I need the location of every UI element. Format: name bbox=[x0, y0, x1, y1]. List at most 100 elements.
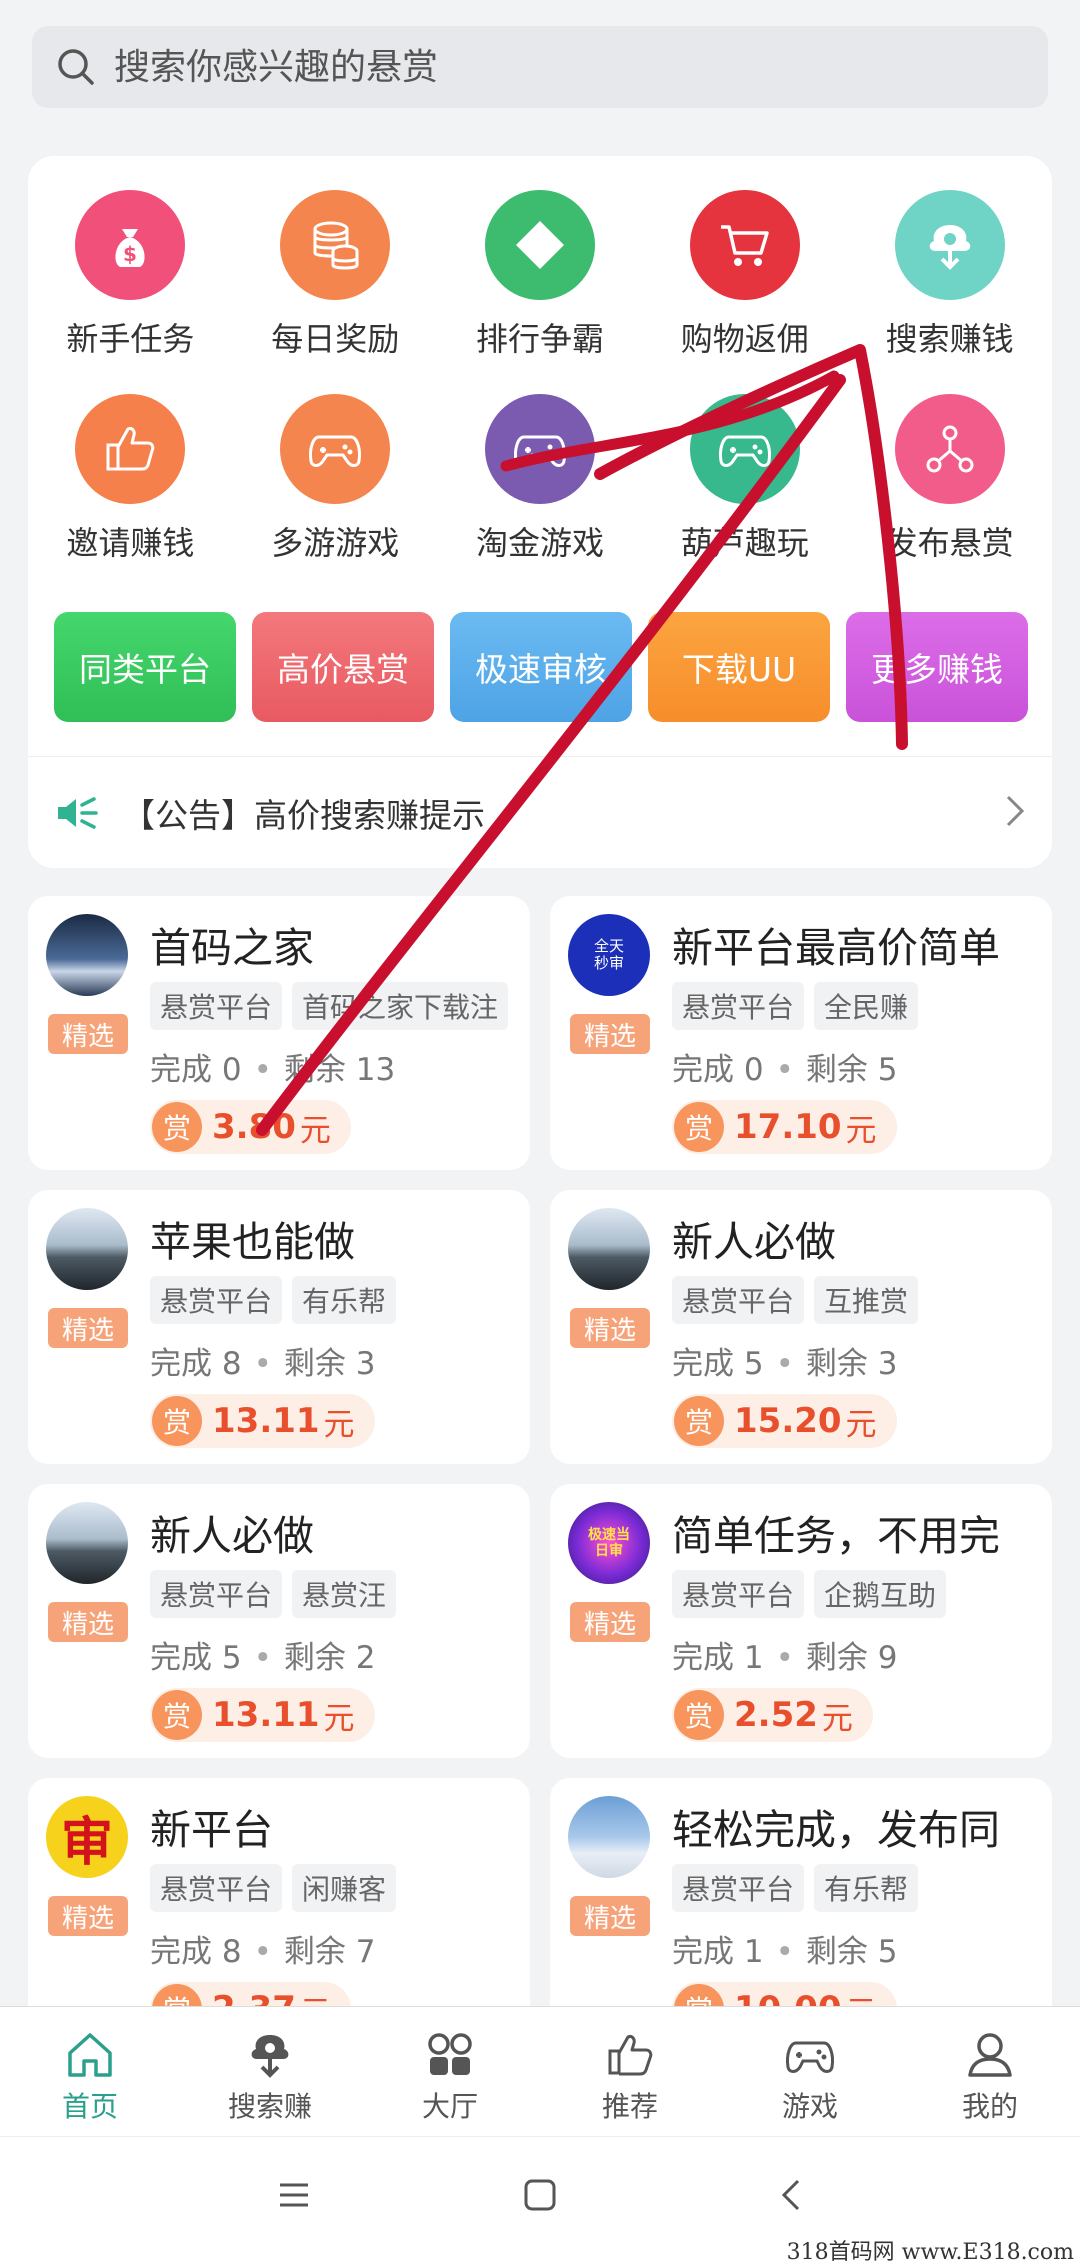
menu-label: 多游游戏 bbox=[271, 524, 400, 562]
menu-icon[interactable] bbox=[276, 2177, 312, 2213]
menu-label: 发布悬赏 bbox=[885, 524, 1014, 562]
shopping-cart-icon bbox=[689, 190, 800, 300]
tab-label: 首页 bbox=[61, 2090, 118, 2123]
tab-recommend[interactable]: 推荐 bbox=[540, 2007, 720, 2136]
reward-amount: 13.11 bbox=[212, 1695, 320, 1735]
tab-search-earn[interactable]: 搜索赚 bbox=[180, 2007, 360, 2136]
menu-label: 搜索赚钱 bbox=[885, 320, 1014, 358]
task-tags: 悬赏平台 首码之家下载注 bbox=[150, 982, 514, 1030]
pill-similar-platforms[interactable]: 同类平台 bbox=[54, 612, 236, 722]
left-label: 剩余 bbox=[283, 1934, 346, 1970]
task-title: 新人必做 bbox=[150, 1512, 314, 1560]
task-stats: 完成 5 • 剩余 2 bbox=[150, 1640, 376, 1676]
gamepad-icon bbox=[484, 394, 595, 504]
reward-icon: 赏 bbox=[152, 1984, 202, 2006]
task-stats: 完成 5 • 剩余 3 bbox=[672, 1346, 898, 1382]
menu-label: 淘金游戏 bbox=[475, 524, 604, 562]
menu-item-publish-bounty[interactable]: 发布悬赏 bbox=[847, 394, 1052, 598]
menu-item-search-earn[interactable]: 搜索赚钱 bbox=[847, 190, 1052, 394]
gamepad-icon bbox=[280, 394, 391, 504]
pill-more-earning[interactable]: 更多赚钱 bbox=[846, 612, 1028, 722]
search-bar[interactable] bbox=[32, 26, 1048, 108]
tab-home[interactable]: 首页 bbox=[0, 2007, 180, 2136]
reward-pill: 赏 2.52 元 bbox=[672, 1688, 873, 1742]
bottom-tab-bar: 首页 搜索赚 大厅 推荐 游戏 我的 bbox=[0, 2006, 1080, 2136]
avatar-text: 审 bbox=[60, 1811, 113, 1873]
task-tag: 悬赏平台 bbox=[150, 1570, 283, 1618]
reward-amount: 15.20 bbox=[734, 1401, 842, 1441]
left-count: 5 bbox=[877, 1934, 898, 1970]
menu-item-ranking[interactable]: 排行争霸 bbox=[438, 190, 643, 394]
search-input[interactable] bbox=[112, 45, 992, 89]
task-title: 首码之家 bbox=[150, 924, 314, 972]
tab-hall[interactable]: 大厅 bbox=[360, 2007, 540, 2136]
tab-profile[interactable]: 我的 bbox=[900, 2007, 1080, 2136]
home-square-icon[interactable] bbox=[522, 2177, 558, 2213]
left-label: 剩余 bbox=[805, 1052, 868, 1088]
search-icon bbox=[58, 49, 94, 85]
menu-label: 每日奖励 bbox=[271, 320, 400, 358]
task-card[interactable]: 极速当日审 精选 简单任务，不用完 悬赏平台 企鹅互助 完成 1 • 剩余 9 赏2… bbox=[550, 1484, 1052, 1758]
done-label: 完成 bbox=[672, 1346, 734, 1382]
search-money-icon bbox=[894, 190, 1005, 300]
task-tag: 首码之家下载注 bbox=[292, 982, 509, 1030]
thumbs-up-icon bbox=[608, 2035, 653, 2076]
featured-badge: 精选 bbox=[570, 1014, 650, 1054]
menu-label: 排行争霸 bbox=[475, 320, 604, 358]
avatar-text: 全天秒审 bbox=[593, 937, 624, 972]
task-title: 苹果也能做 bbox=[150, 1218, 355, 1266]
task-stats: 完成 8 • 剩余 3 bbox=[150, 1346, 376, 1382]
coins-stack-icon bbox=[280, 190, 391, 300]
menu-item-shopping-rebate[interactable]: 购物返佣 bbox=[642, 190, 847, 394]
menu-item-invite-earn[interactable]: 邀请赚钱 bbox=[28, 394, 233, 598]
task-avatar bbox=[46, 914, 128, 996]
menu-item-daily-reward[interactable]: 每日奖励 bbox=[233, 190, 438, 394]
featured-badge: 精选 bbox=[570, 1896, 650, 1936]
menu-label: 新手任务 bbox=[66, 320, 195, 358]
menu-item-taojin-games[interactable]: 淘金游戏 bbox=[438, 394, 643, 598]
gamepad-icon bbox=[689, 394, 800, 504]
left-label: 剩余 bbox=[283, 1640, 346, 1676]
back-icon[interactable] bbox=[774, 2177, 810, 2213]
task-card[interactable]: 精选 轻松完成，发布同 悬赏平台 有乐帮 完成 1•剩余 5 赏 10.00元 bbox=[550, 1778, 1052, 2006]
task-avatar: 极速当日审 bbox=[568, 1502, 650, 1584]
task-tags: 悬赏平台 闲赚客 bbox=[150, 1864, 514, 1912]
menu-item-hulu-fun[interactable]: 葫芦趣玩 bbox=[642, 394, 847, 598]
pill-download-uu[interactable]: 下载UU bbox=[648, 612, 830, 722]
done-count: 8 bbox=[221, 1934, 242, 1970]
task-avatar bbox=[568, 1796, 650, 1878]
reward-unit: 元 bbox=[299, 1112, 331, 1149]
reward-icon: 赏 bbox=[674, 1102, 724, 1152]
task-tag: 悬赏平台 bbox=[672, 1864, 805, 1912]
done-count: 0 bbox=[221, 1052, 242, 1088]
task-tag: 悬赏平台 bbox=[672, 1276, 805, 1324]
task-avatar bbox=[568, 1208, 650, 1290]
task-card[interactable]: 审 精选 新平台 悬赏平台 闲赚客 完成 8•剩余 7 赏 2.37元 bbox=[28, 1778, 530, 2006]
announcement-bar[interactable]: 【公告】高价搜索赚提示 bbox=[28, 756, 1052, 868]
task-tag: 有乐帮 bbox=[814, 1864, 919, 1912]
reward-pill: 赏 2.37元 bbox=[150, 1982, 351, 2006]
task-card[interactable]: 精选 首码之家 悬赏平台 首码之家下载注 完成 0 • 剩余 13 赏 3.80 元 bbox=[28, 896, 530, 1170]
task-tag: 互推赏 bbox=[814, 1276, 919, 1324]
menu-label: 葫芦趣玩 bbox=[680, 524, 809, 562]
pill-high-price[interactable]: 高价悬赏 bbox=[252, 612, 434, 722]
reward-pill: 赏 17.10 元 bbox=[672, 1100, 897, 1154]
task-card[interactable]: 全天秒审 精选 新平台最高价简单 悬赏平台 全民赚 完成 0 • 剩余 5 赏 17.… bbox=[550, 896, 1052, 1170]
tab-games[interactable]: 游戏 bbox=[720, 2007, 900, 2136]
speaker-icon bbox=[58, 796, 98, 829]
left-label: 剩余 bbox=[805, 1640, 868, 1676]
task-avatar: 审 bbox=[46, 1796, 128, 1878]
task-tag: 悬赏平台 bbox=[150, 982, 283, 1030]
featured-badge: 精选 bbox=[570, 1602, 650, 1642]
task-card[interactable]: 精选 苹果也能做 悬赏平台 有乐帮 完成 8 • 剩余 3 赏 13.11 元 bbox=[28, 1190, 530, 1464]
task-avatar: 全天秒审 bbox=[568, 914, 650, 996]
pill-fast-review[interactable]: 极速审核 bbox=[450, 612, 632, 722]
menu-item-duoyou-games[interactable]: 多游游戏 bbox=[233, 394, 438, 598]
task-card[interactable]: 精选 新人必做 悬赏平台 互推赏 完成 5 • 剩余 3 赏 15.20 元 bbox=[550, 1190, 1052, 1464]
menu-item-newbie-task[interactable]: $ 新手任务 bbox=[28, 190, 233, 394]
task-list: 精选 首码之家 悬赏平台 首码之家下载注 完成 0 • 剩余 13 赏 3.80 元 全… bbox=[28, 896, 1052, 2006]
task-card[interactable]: 精选 新人必做 悬赏平台 悬赏汪 完成 5 • 剩余 2 赏 13.11 元 bbox=[28, 1484, 530, 1758]
done-label: 完成 bbox=[672, 1934, 734, 1970]
home-icon bbox=[68, 2033, 112, 2077]
reward-amount: 10.00 bbox=[734, 1989, 842, 2006]
